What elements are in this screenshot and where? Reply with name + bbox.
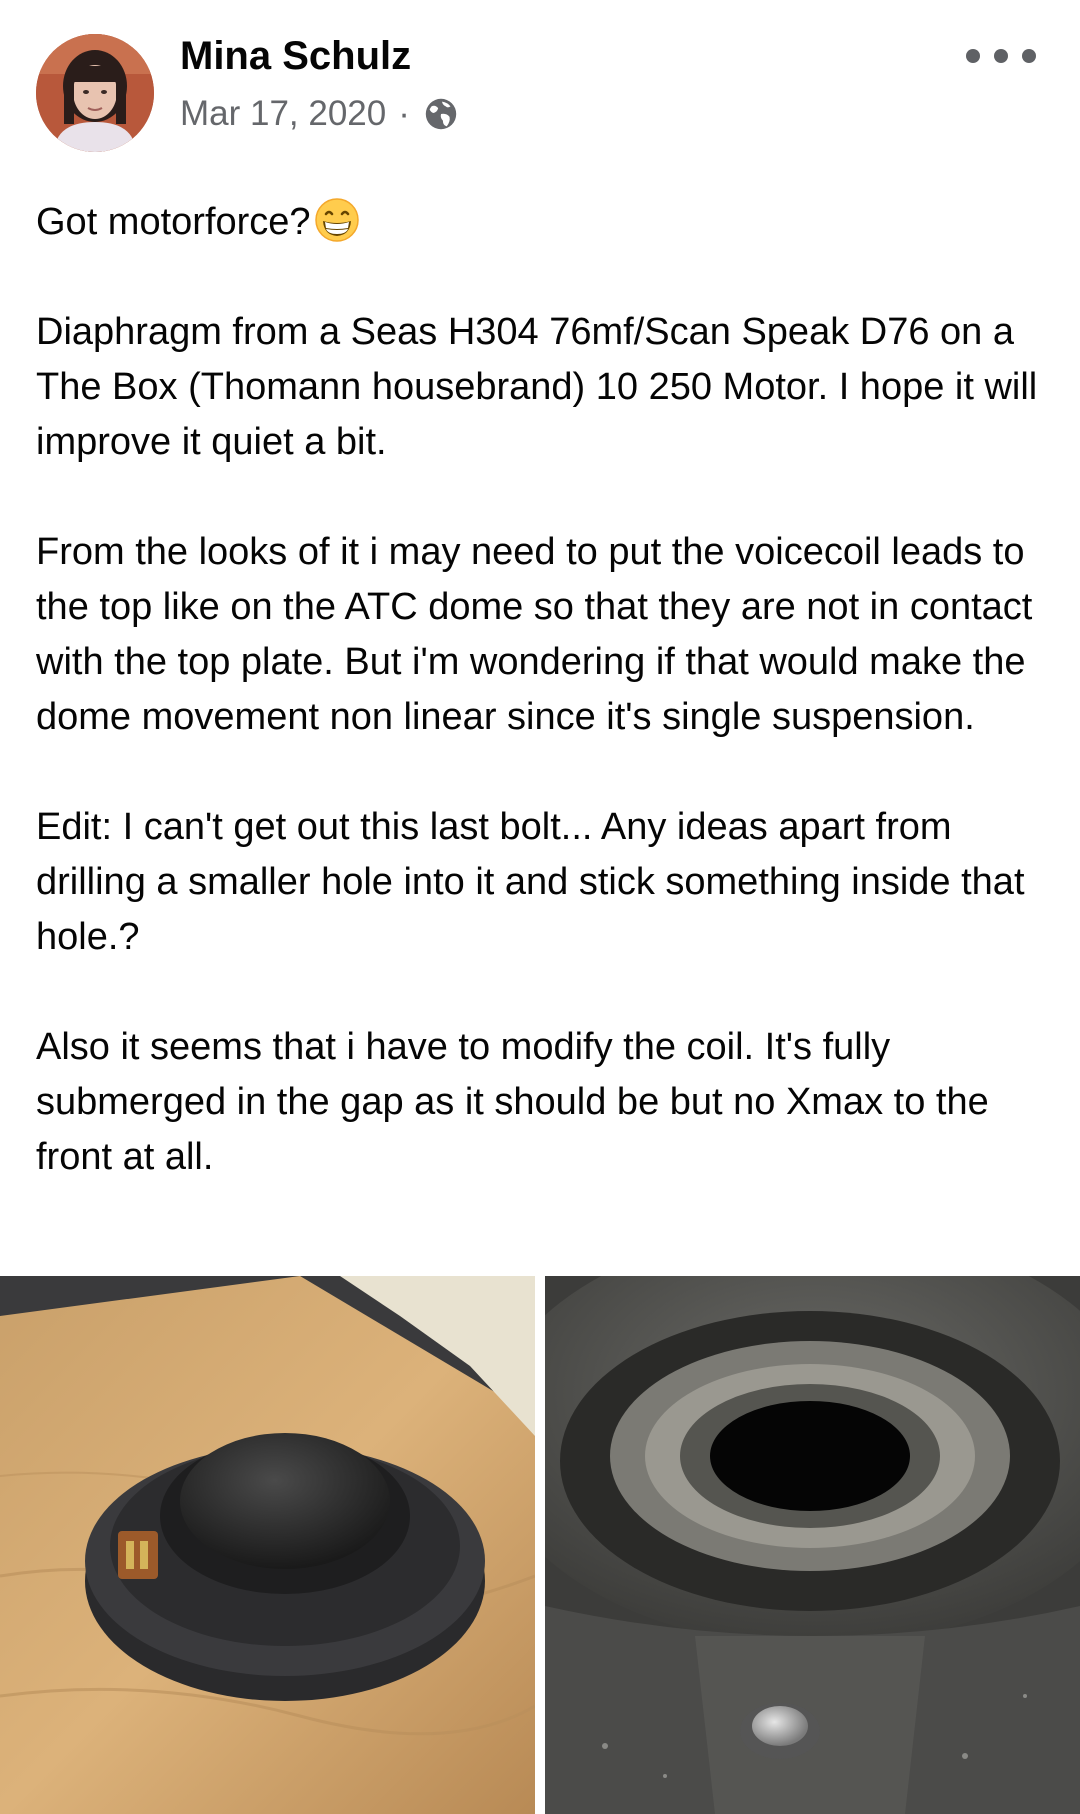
grinning-face-emoji [314,198,359,242]
more-options-button[interactable] [966,40,1036,72]
more-options-icon [1022,49,1036,63]
more-options-icon [966,49,980,63]
more-options-icon [994,49,1008,63]
author-avatar[interactable] [36,34,154,152]
globe-icon [425,98,457,130]
post-paragraph: Edit: I can't get out this last bolt... … [36,806,1025,958]
tweeter-dome-on-wood-photo[interactable] [0,1276,535,1814]
post-paragraph: Also it seems that i have to modify the … [36,1026,989,1178]
post-paragraph: Got motorforce? [36,195,1046,250]
post-date[interactable]: Mar 17, 2020 [180,94,386,134]
photo-left-image [0,1276,535,1814]
photo-grid [0,1276,1080,1814]
meta-separator: · [398,94,410,133]
post-meta: Mar 17, 2020 · [180,94,460,134]
post-paragraph: From the looks of it i may need to put t… [36,531,1033,738]
post-paragraph: Diaphragm from a Seas H304 76mf/Scan Spe… [36,311,1038,463]
photo-right-image [545,1276,1080,1814]
post-text: Got motorforce? Diaphragm from a Seas H3… [36,195,1046,1185]
author-name[interactable]: Mina Schulz [180,34,411,79]
motor-gap-with-bolt-photo[interactable] [545,1276,1080,1814]
avatar-image [36,34,154,152]
post-header: Mina Schulz Mar 17, 2020 · [0,0,1080,170]
